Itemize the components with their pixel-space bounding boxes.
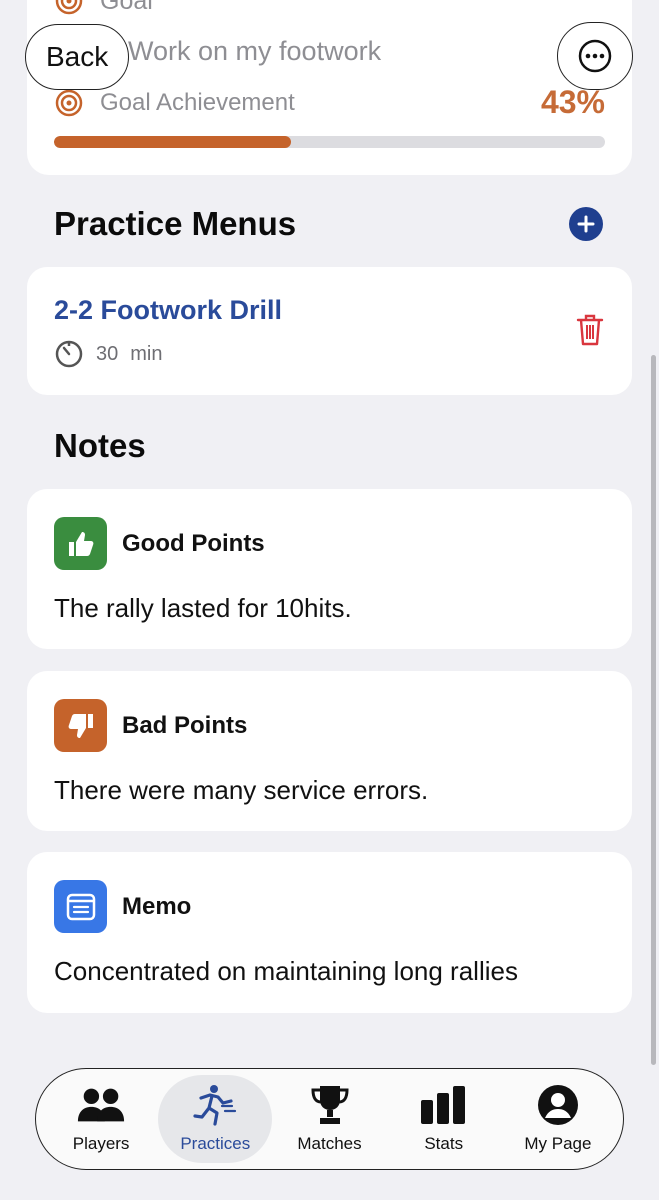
tab-stats[interactable]: Stats [387,1075,501,1163]
running-person-icon [190,1084,240,1126]
memo-label: Memo [122,892,192,920]
memo-card: Memo Concentrated on maintaining long ra… [27,852,632,1013]
goal-heading: Goal [100,0,153,15]
trophy-icon [305,1084,355,1126]
good-points-text: The rally lasted for 10hits. [54,593,352,623]
ellipsis-circle-icon [578,39,612,73]
thumbs-up-icon [54,517,107,570]
tab-matches[interactable]: Matches [272,1075,386,1163]
back-button[interactable]: Back [25,24,130,90]
memo-text: Concentrated on maintaining long rallies [54,956,518,986]
memo-header: Memo [54,880,191,933]
tab-label: Practices [180,1134,251,1153]
more-options-button[interactable] [557,22,633,90]
trash-icon[interactable] [576,313,604,347]
thumbs-down-icon [54,699,107,752]
back-button-label: Back [46,41,109,72]
tab-label: Matches [297,1134,362,1153]
people-icon [76,1084,126,1126]
duration-value: 30 [96,342,119,365]
bad-points-header: Bad Points [54,699,247,752]
scrollbar[interactable] [651,355,656,1065]
notes-title: Notes [54,427,146,464]
tab-my-page[interactable]: My Page [501,1075,615,1163]
practice-menu-duration: 30 min [54,339,162,369]
tab-bar: Players Practices Matches Stats My Page [35,1068,624,1170]
tab-practices[interactable]: Practices [158,1075,273,1163]
practice-menu-name[interactable]: 2-2 Footwork Drill [54,295,282,326]
goal-text: Work on my footwork [128,36,382,66]
goal-achievement-label: Goal Achievement [100,88,295,116]
bar-chart-icon [419,1084,469,1126]
timer-icon [55,340,83,368]
tab-players[interactable]: Players [44,1075,158,1163]
duration-unit: min [130,342,163,365]
goal-progress-bar [54,136,605,148]
bad-points-card: Bad Points There were many service error… [27,671,632,831]
bad-points-label: Bad Points [122,711,248,739]
bad-points-text: There were many service errors. [54,775,429,805]
goal-progress-fill [54,136,291,148]
target-icon [55,0,83,15]
practice-menu-item[interactable]: 2-2 Footwork Drill 30 min [27,267,632,395]
good-points-header: Good Points [54,517,265,570]
practice-menus-title: Practice Menus [54,205,297,242]
good-points-label: Good Points [122,529,265,557]
add-practice-menu-button[interactable] [569,207,603,241]
tab-label: Players [72,1134,130,1153]
goal-achievement-row: Goal Achievement 43% [54,84,605,121]
person-circle-icon [533,1084,583,1126]
goal-heading-row: Goal [54,0,153,16]
plus-icon [577,215,595,233]
tab-label: Stats [424,1134,464,1153]
good-points-card: Good Points The rally lasted for 10hits. [27,489,632,649]
memo-icon [54,880,107,933]
target-icon [55,89,83,116]
tab-label: My Page [524,1134,592,1153]
